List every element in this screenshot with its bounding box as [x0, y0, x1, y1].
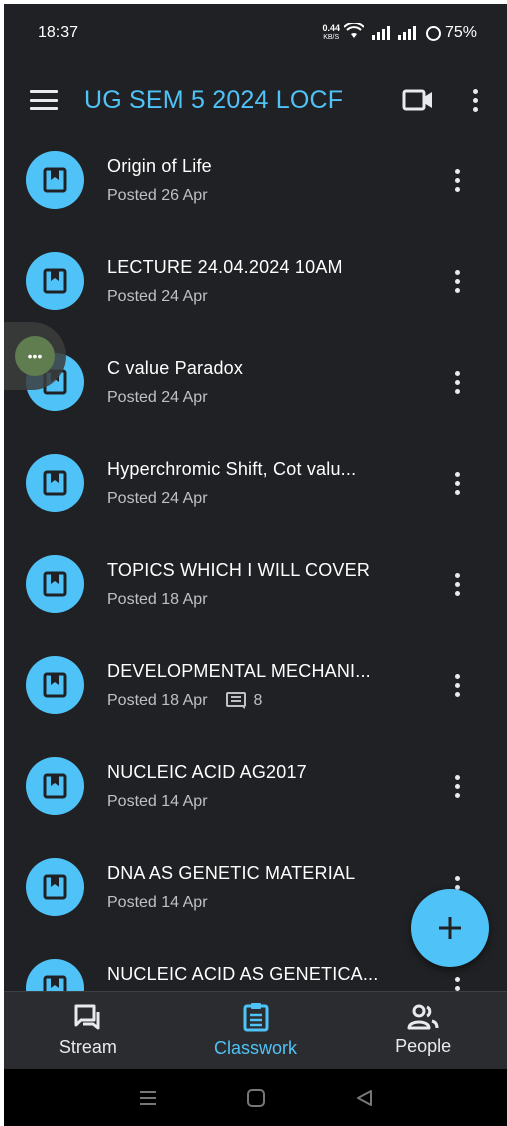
- video-camera-icon[interactable]: [401, 85, 435, 115]
- network-speed: 0.44 KB/S: [322, 24, 340, 42]
- chat-bubble-icon: •••: [15, 336, 55, 376]
- battery-percent: 75%: [444, 24, 477, 41]
- recents-icon[interactable]: [138, 1089, 158, 1107]
- tab-stream[interactable]: Stream: [4, 992, 172, 1069]
- classwork-list: Origin of Life Posted 26 Apr LECTURE 24.…: [4, 139, 507, 991]
- material-icon: [26, 858, 84, 916]
- back-icon[interactable]: [354, 1088, 374, 1108]
- item-title: C value Paradox: [107, 358, 244, 378]
- status-bar: 18:37 0.44 KB/S 75%: [4, 4, 507, 62]
- status-time: 18:37: [38, 24, 79, 41]
- item-posted-date: Posted 24 Apr: [107, 490, 208, 507]
- class-title: UG SEM 5 2024 LOCF: [84, 85, 344, 114]
- list-item[interactable]: DEVELOPMENTAL MECHANI... Posted 18 Apr 8: [4, 644, 507, 745]
- network-speed-value: 0.44: [322, 23, 340, 33]
- item-more-icon[interactable]: [445, 973, 469, 991]
- app-bar: UG SEM 5 2024 LOCF: [4, 62, 507, 138]
- material-icon: [26, 555, 84, 613]
- item-posted-date: Posted 14 Apr: [107, 894, 208, 911]
- material-icon: [26, 757, 84, 815]
- item-title: DNA AS GENETIC MATERIAL: [107, 863, 356, 883]
- list-item[interactable]: C value Paradox Posted 24 Apr: [4, 341, 507, 442]
- item-more-icon[interactable]: [445, 468, 469, 498]
- item-posted-date: Posted 24 Apr: [107, 288, 208, 305]
- material-icon: [26, 252, 84, 310]
- bottom-navigation: Stream Classwork People: [4, 991, 507, 1069]
- item-title: NUCLEIC ACID AS GENETICA...: [107, 964, 379, 984]
- people-icon: [407, 1004, 439, 1030]
- item-title: TOPICS WHICH I WILL COVER: [107, 560, 371, 580]
- item-posted-date: Posted 18 Apr: [107, 692, 208, 709]
- item-more-icon[interactable]: [445, 771, 469, 801]
- stream-icon: [74, 1004, 100, 1030]
- material-icon: [26, 656, 84, 714]
- item-more-icon[interactable]: [445, 165, 469, 195]
- item-title: LECTURE 24.04.2024 10AM: [107, 257, 343, 277]
- tab-classwork-label: Classwork: [214, 1038, 298, 1058]
- home-icon[interactable]: [246, 1088, 266, 1108]
- material-icon: [26, 959, 84, 991]
- comment-icon: [225, 692, 246, 709]
- plus-icon: [439, 917, 461, 939]
- item-more-icon[interactable]: [445, 670, 469, 700]
- tab-classwork[interactable]: Classwork: [172, 992, 340, 1069]
- tab-people-label: People: [395, 1036, 452, 1056]
- network-speed-unit: KB/S: [323, 34, 340, 41]
- comment-count-value: 8: [253, 692, 263, 709]
- list-item[interactable]: Hyperchromic Shift, Cot valu... Posted 2…: [4, 442, 507, 543]
- list-item[interactable]: Origin of Life Posted 26 Apr: [4, 139, 507, 240]
- item-title: NUCLEIC ACID AG2017: [107, 762, 307, 782]
- item-title: Origin of Life: [107, 156, 212, 176]
- clipboard-icon: [243, 1003, 268, 1032]
- material-icon: [26, 454, 84, 512]
- system-nav-bar: [4, 1069, 507, 1126]
- battery-icon: [425, 25, 441, 41]
- item-title: Hyperchromic Shift, Cot valu...: [107, 459, 357, 479]
- list-item[interactable]: NUCLEIC ACID AG2017 Posted 14 Apr: [4, 745, 507, 846]
- list-item[interactable]: TOPICS WHICH I WILL COVER Posted 18 Apr: [4, 543, 507, 644]
- signal-icon-2: [397, 26, 416, 40]
- item-posted-date: Posted 18 Apr: [107, 591, 208, 608]
- signal-icon: [371, 26, 390, 40]
- item-posted-date: Posted 26 Apr: [107, 187, 208, 204]
- status-icons: 0.44 KB/S 75%: [322, 21, 477, 44]
- item-more-icon[interactable]: [445, 266, 469, 296]
- comment-count: 8: [225, 692, 263, 710]
- more-options-icon[interactable]: [463, 85, 487, 115]
- tab-people[interactable]: People: [339, 992, 507, 1069]
- wifi-icon: [343, 21, 365, 44]
- item-more-icon[interactable]: [445, 569, 469, 599]
- app-screen: 18:37 0.44 KB/S 75% UG SEM 5 2024 LOCF O…: [4, 4, 507, 1126]
- tab-stream-label: Stream: [58, 1037, 117, 1057]
- item-title: DEVELOPMENTAL MECHANI...: [107, 661, 371, 681]
- list-item[interactable]: LECTURE 24.04.2024 10AM Posted 24 Apr: [4, 240, 507, 341]
- material-icon: [26, 151, 84, 209]
- item-posted-date: Posted 14 Apr: [107, 793, 208, 810]
- item-more-icon[interactable]: [445, 367, 469, 397]
- create-fab-button[interactable]: [411, 889, 489, 967]
- menu-icon[interactable]: [30, 90, 58, 110]
- item-posted-date: Posted 24 Apr: [107, 389, 208, 406]
